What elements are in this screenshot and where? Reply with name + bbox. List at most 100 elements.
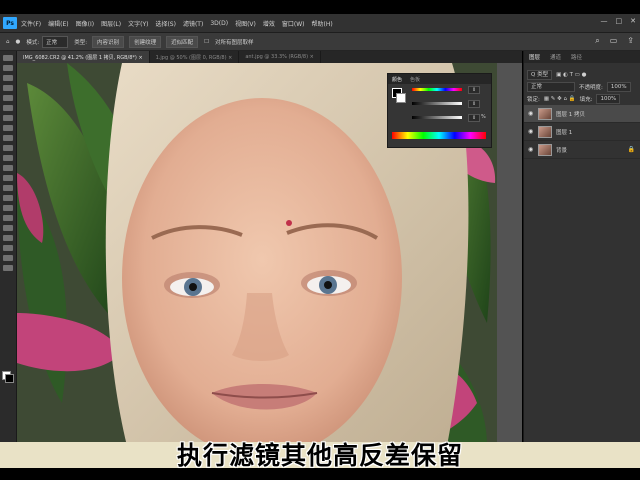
marquee-tool-icon[interactable]	[3, 65, 13, 71]
menu-help[interactable]: 帮助(H)	[312, 19, 333, 28]
blend-mode-select[interactable]: 正常	[527, 82, 575, 92]
lock-icon: 🔒	[627, 146, 635, 153]
more-tools-icon[interactable]	[3, 265, 13, 271]
layer-row-layer1-copy[interactable]: ◉ 图层 1 拷贝	[524, 105, 640, 123]
brightness-slider[interactable]	[412, 116, 462, 119]
maximize-button[interactable]: □	[616, 17, 623, 25]
sample-all-layers-checkbox[interactable]: ☐	[204, 39, 209, 45]
hue-slider[interactable]	[412, 88, 462, 91]
zoom-tool-icon[interactable]	[3, 255, 13, 261]
menu-view[interactable]: 视图(V)	[235, 19, 256, 28]
menu-bar: Ps 文件(F) 编辑(E) 图像(I) 图层(L) 文字(Y) 选择(S) 滤…	[0, 14, 640, 33]
menu-plugins[interactable]: 增效	[263, 19, 275, 28]
history-brush-tool-icon[interactable]	[3, 155, 13, 161]
tab-channels[interactable]: 通道	[545, 53, 566, 61]
layer-name: 背景	[556, 147, 568, 154]
lock-icons[interactable]: ▦ ✎ ✥ ⌂ 🔒	[544, 96, 576, 102]
options-bar: ⌂ ● 模式: 正常 类型: 内容识别 创建纹理 近似匹配 ☐ 对所有图层取样 …	[0, 33, 640, 51]
menu-window[interactable]: 窗口(W)	[282, 19, 305, 28]
tab-color[interactable]: 颜色	[388, 76, 406, 83]
create-texture-button[interactable]: 创建纹理	[129, 35, 162, 48]
layer-thumbnail	[538, 143, 552, 156]
menu-select[interactable]: 选择(S)	[155, 19, 176, 28]
fill-label: 填充:	[579, 97, 593, 103]
tab-img-6082[interactable]: IMG_6082.CR2 @ 41.2% (图层 1 拷贝, RGB/8*) ×	[17, 51, 150, 63]
eraser-tool-icon[interactable]	[3, 165, 13, 171]
search-icon[interactable]: ⌕	[595, 36, 599, 46]
window-controls: — □ ✕	[601, 17, 637, 25]
quick-select-tool-icon[interactable]	[3, 85, 13, 91]
path-select-tool-icon[interactable]	[3, 225, 13, 231]
color-panel: 颜色 色板 0 0 0 %	[387, 73, 492, 148]
photoshop-logo-icon: Ps	[3, 17, 17, 29]
hue-value[interactable]: 0	[468, 86, 480, 94]
brightness-unit: %	[481, 114, 486, 120]
brightness-value[interactable]: 0	[468, 114, 480, 122]
tab-1-jpg[interactable]: 1.jpg @ 50% (图层 0, RGB/8) ×	[150, 51, 240, 63]
layer-row-layer1[interactable]: ◉ 图层 1	[524, 123, 640, 141]
eye-icon[interactable]: ◉	[528, 110, 534, 117]
lock-label: 锁定:	[527, 97, 540, 103]
foreground-color-swatch[interactable]	[5, 374, 14, 383]
brush-tool-icon[interactable]: ⌂	[6, 39, 10, 45]
tab-layers[interactable]: 图层	[524, 53, 545, 61]
mode-label: 模式:	[26, 39, 40, 46]
mode-select[interactable]: 正常	[42, 35, 69, 48]
tools-panel	[0, 51, 17, 446]
filter-icons[interactable]: ▣ ◐ T ▭ ●	[556, 72, 586, 78]
eye-icon[interactable]: ◉	[528, 146, 534, 153]
close-button[interactable]: ✕	[630, 17, 636, 25]
brush-preset-icon[interactable]: ●	[16, 39, 21, 45]
share-icon[interactable]: ⇪	[627, 36, 634, 46]
eye-icon[interactable]: ◉	[528, 128, 534, 135]
tab-ant-jpg[interactable]: ant.jpg @ 33.3% (RGB/8) ×	[239, 51, 321, 63]
hand-tool-icon[interactable]	[3, 245, 13, 251]
clone-stamp-tool-icon[interactable]	[3, 145, 13, 151]
type-tool-icon[interactable]	[3, 215, 13, 221]
healing-brush-tool-icon[interactable]	[3, 125, 13, 131]
move-tool-icon[interactable]	[3, 55, 13, 61]
tab-paths[interactable]: 路径	[566, 53, 587, 61]
opacity-field[interactable]: 100%	[606, 82, 631, 92]
eyedropper-tool-icon[interactable]	[3, 115, 13, 121]
background-swatch[interactable]	[396, 93, 406, 103]
opacity-label: 不透明度:	[579, 85, 603, 91]
canvas-scroll-area[interactable]	[497, 63, 522, 446]
sample-all-layers-label: 对所有图层取样	[215, 39, 254, 46]
menu-file[interactable]: 文件(F)	[21, 19, 41, 28]
layer-filter-select[interactable]: Q 类型	[527, 70, 553, 80]
blur-tool-icon[interactable]	[3, 185, 13, 191]
color-spectrum[interactable]	[392, 132, 486, 139]
brush-tool-icon[interactable]	[3, 135, 13, 141]
proximity-match-button[interactable]: 近似匹配	[166, 35, 199, 48]
layer-thumbnail	[538, 125, 552, 138]
minimize-button[interactable]: —	[601, 17, 608, 25]
dodge-tool-icon[interactable]	[3, 195, 13, 201]
saturation-value[interactable]: 0	[468, 100, 480, 108]
layer-name: 图层 1 拷贝	[556, 111, 585, 118]
menu-3d[interactable]: 3D(D)	[210, 20, 228, 27]
workspace-icon[interactable]: ▭	[610, 36, 618, 46]
document-tabs: IMG_6082.CR2 @ 41.2% (图层 1 拷贝, RGB/8*) ×…	[17, 51, 522, 63]
letterbox-top	[0, 0, 640, 14]
type-label: 类型:	[74, 39, 88, 46]
layer-row-background[interactable]: ◉ 背景 🔒	[524, 141, 640, 159]
content-aware-button[interactable]: 内容识别	[92, 35, 125, 48]
crop-tool-icon[interactable]	[3, 95, 13, 101]
menu-image[interactable]: 图像(I)	[76, 19, 94, 28]
rectangle-tool-icon[interactable]	[3, 235, 13, 241]
gradient-tool-icon[interactable]	[3, 175, 13, 181]
fill-field[interactable]: 100%	[596, 94, 621, 104]
layer-thumbnail	[538, 107, 552, 120]
frame-tool-icon[interactable]	[3, 105, 13, 111]
saturation-slider[interactable]	[412, 102, 462, 105]
lasso-tool-icon[interactable]	[3, 75, 13, 81]
menu-layer[interactable]: 图层(L)	[101, 19, 121, 28]
menu-filter[interactable]: 滤镜(T)	[183, 19, 203, 28]
pen-tool-icon[interactable]	[3, 205, 13, 211]
video-subtitle: 执行滤镜其他高反差保留	[176, 441, 463, 470]
menu-edit[interactable]: 编辑(E)	[48, 19, 68, 28]
tab-swatches[interactable]: 色板	[406, 76, 424, 83]
layers-panel: 图层 通道 路径 Q 类型 ▣ ◐ T ▭ ● 正常 不透明度: 100% 锁定…	[523, 51, 640, 446]
menu-type[interactable]: 文字(Y)	[128, 19, 148, 28]
